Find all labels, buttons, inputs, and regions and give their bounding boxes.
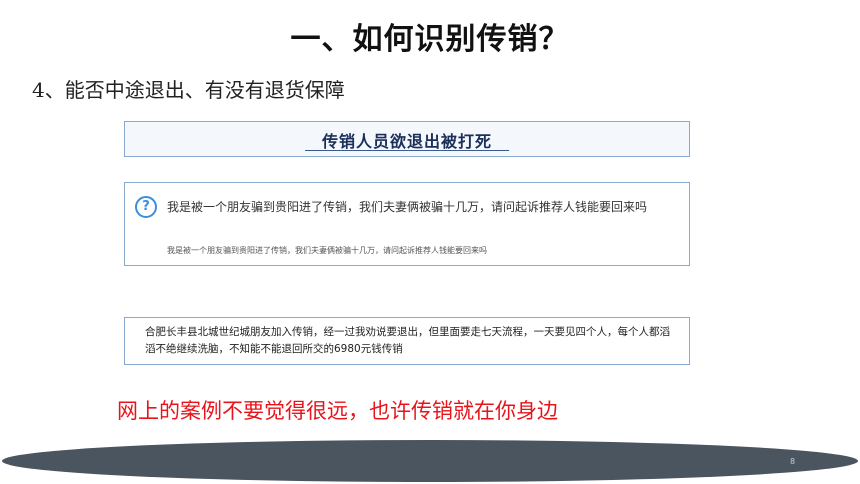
question-icon: ?: [135, 196, 157, 218]
warning-note: 网上的案例不要觉得很远，也许传销就在你身边: [117, 399, 558, 423]
question-box: ? 我是被一个朋友骗到贵阳进了传销，我们夫妻俩被骗十几万，请问起诉推荐人钱能要回…: [124, 182, 690, 266]
news-headline: 传销人员欲退出被打死: [321, 132, 492, 151]
news-headline-box: 传销人员欲退出被打死: [124, 121, 690, 157]
slide-subtitle: 4、能否中途退出、有没有退货保障: [32, 78, 345, 102]
footer-ellipse: [2, 440, 858, 482]
case-box: 合肥长丰县北城世纪城朋友加入传销，经一过我劝说要退出，但里面要走七天流程，一天要…: [124, 317, 690, 365]
slide-title: 一、如何识别传销？: [290, 22, 570, 57]
question-text: 我是被一个朋友骗到贵阳进了传销，我们夫妻俩被骗十几万，请问起诉推荐人钱能要回来吗: [167, 200, 648, 214]
page-number: 8: [790, 457, 796, 466]
case-text: 合肥长丰县北城世纪城朋友加入传销，经一过我劝说要退出，但里面要走七天流程，一天要…: [145, 326, 670, 355]
question-subtext: 我是被一个朋友骗到贵阳进了传销，我们夫妻俩被骗十几万，请问起诉推荐人钱能要回来吗: [167, 246, 487, 255]
headline-underline: [305, 150, 509, 151]
